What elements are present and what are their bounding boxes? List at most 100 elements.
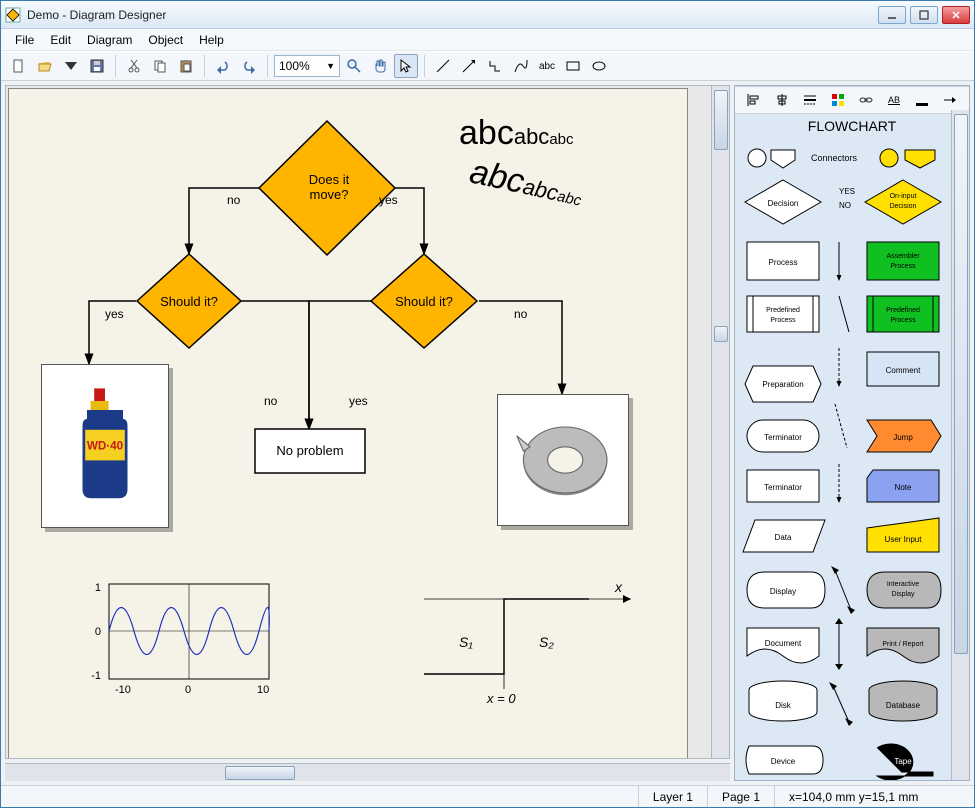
svg-text:User Input: User Input xyxy=(885,535,923,544)
horizontal-scroll-thumb[interactable] xyxy=(225,766,295,780)
x-axis-label: x xyxy=(615,579,622,595)
line-color-button[interactable] xyxy=(911,89,933,111)
connector-tool-button[interactable] xyxy=(483,54,507,78)
svg-text:Tape: Tape xyxy=(894,757,912,766)
edge-yes-1: yes xyxy=(379,193,398,207)
svg-text:Process: Process xyxy=(890,317,916,324)
svg-text:Decision: Decision xyxy=(890,203,917,210)
svg-text:Predefined: Predefined xyxy=(886,307,920,314)
ellipse-tool-button[interactable] xyxy=(587,54,611,78)
svg-text:Connectors: Connectors xyxy=(811,153,858,163)
close-button[interactable] xyxy=(942,6,970,24)
image-wd40[interactable]: WD·40 xyxy=(41,364,169,528)
text-tool-button[interactable]: abc xyxy=(535,54,559,78)
sine-plot[interactable]: 1 0 -1 -10 0 10 xyxy=(79,579,279,709)
open-dropdown-button[interactable] xyxy=(59,54,83,78)
maximize-button[interactable] xyxy=(910,6,938,24)
svg-text:Device: Device xyxy=(771,757,796,766)
step-function[interactable]: S₁ S₂ x x = 0 xyxy=(419,579,639,709)
edge-yes-3: yes xyxy=(349,394,368,408)
fill-color-button[interactable] xyxy=(827,89,849,111)
svg-text:Disk: Disk xyxy=(775,701,792,710)
svg-text:0: 0 xyxy=(185,684,191,696)
arrow-style-button[interactable] xyxy=(939,89,961,111)
status-layer: Layer 1 xyxy=(638,786,707,807)
minimize-button[interactable] xyxy=(878,6,906,24)
menu-edit[interactable]: Edit xyxy=(42,31,79,49)
palette: AB FLOWCHART Connectors Decision YES xyxy=(734,85,970,781)
palette-toolbar: AB xyxy=(735,86,969,114)
noproblem-label: No problem xyxy=(269,443,351,458)
svg-text:Preparation: Preparation xyxy=(762,380,803,389)
cut-button[interactable] xyxy=(122,54,146,78)
s1-label: S₁ xyxy=(459,634,473,650)
curve-tool-button[interactable] xyxy=(509,54,533,78)
decision-2-label: Should it? xyxy=(159,294,219,309)
vertical-scroll-thumb[interactable] xyxy=(714,90,728,150)
canvas[interactable]: Does it move? Should it? Should it? No p… xyxy=(8,88,688,759)
save-button[interactable] xyxy=(85,54,109,78)
svg-text:Decision: Decision xyxy=(768,199,799,208)
decision-1-label: Does it move? xyxy=(299,172,359,202)
splitter-handle[interactable] xyxy=(714,326,728,342)
edge-yes-2: yes xyxy=(105,307,124,321)
svg-text:Assembler: Assembler xyxy=(886,253,920,260)
svg-text:-1: -1 xyxy=(91,670,101,682)
svg-text:Terminator: Terminator xyxy=(764,483,802,492)
text-sample-1[interactable]: abcabcabc xyxy=(459,114,574,153)
status-coords: x=104,0 mm y=15,1 mm xyxy=(774,786,974,807)
window-title: Demo - Diagram Designer xyxy=(27,8,878,22)
menu-help[interactable]: Help xyxy=(191,31,232,49)
menubar: File Edit Diagram Object Help xyxy=(1,29,974,51)
svg-text:Display: Display xyxy=(770,587,796,596)
palette-scrollbar[interactable] xyxy=(951,110,969,780)
svg-text:Jump: Jump xyxy=(893,433,913,442)
s2-label: S₂ xyxy=(539,634,554,650)
link-button[interactable] xyxy=(855,89,877,111)
vertical-scrollbar[interactable] xyxy=(711,86,729,758)
zoom-select[interactable]: 100%▼ xyxy=(274,55,340,77)
statusbar: Layer 1 Page 1 x=104,0 mm y=15,1 mm xyxy=(1,785,974,807)
copy-button[interactable] xyxy=(148,54,172,78)
x0-label: x = 0 xyxy=(487,691,516,706)
menu-diagram[interactable]: Diagram xyxy=(79,31,140,49)
svg-text:WD·40: WD·40 xyxy=(87,440,124,453)
align-left-button[interactable] xyxy=(743,89,765,111)
svg-text:10: 10 xyxy=(257,684,269,696)
rect-tool-button[interactable] xyxy=(561,54,585,78)
pan-button[interactable] xyxy=(368,54,392,78)
palette-scroll-thumb[interactable] xyxy=(954,114,968,654)
line-style-button[interactable] xyxy=(799,89,821,111)
arrow-tool-button[interactable] xyxy=(457,54,481,78)
align-center-button[interactable] xyxy=(771,89,793,111)
text-format-button[interactable]: AB xyxy=(883,89,905,111)
status-page: Page 1 xyxy=(707,786,774,807)
magnifier-button[interactable] xyxy=(342,54,366,78)
app-icon xyxy=(5,7,21,23)
menu-object[interactable]: Object xyxy=(140,31,191,49)
svg-text:Document: Document xyxy=(765,639,802,648)
open-file-button[interactable] xyxy=(33,54,57,78)
line-tool-button[interactable] xyxy=(431,54,455,78)
svg-text:Terminator: Terminator xyxy=(764,433,802,442)
undo-button[interactable] xyxy=(211,54,235,78)
svg-text:Note: Note xyxy=(895,483,912,492)
svg-text:NO: NO xyxy=(839,201,851,210)
pointer-button[interactable] xyxy=(394,54,418,78)
paste-button[interactable] xyxy=(174,54,198,78)
palette-title: FLOWCHART xyxy=(735,114,969,138)
svg-text:Process: Process xyxy=(769,258,798,267)
canvas-scroll[interactable]: Does it move? Should it? Should it? No p… xyxy=(5,85,730,759)
edge-no-2: no xyxy=(264,394,277,408)
svg-text:Print / Report: Print / Report xyxy=(882,641,923,648)
horizontal-scrollbar[interactable] xyxy=(5,763,730,781)
svg-text:Comment: Comment xyxy=(886,366,921,375)
new-file-button[interactable] xyxy=(7,54,31,78)
svg-text:Predefined: Predefined xyxy=(766,307,800,314)
redo-button[interactable] xyxy=(237,54,261,78)
svg-text:1: 1 xyxy=(95,582,101,594)
image-ducttape[interactable] xyxy=(497,394,629,526)
decision-3-label: Should it? xyxy=(394,294,454,309)
menu-file[interactable]: File xyxy=(7,31,42,49)
svg-text:On-input: On-input xyxy=(890,193,917,200)
